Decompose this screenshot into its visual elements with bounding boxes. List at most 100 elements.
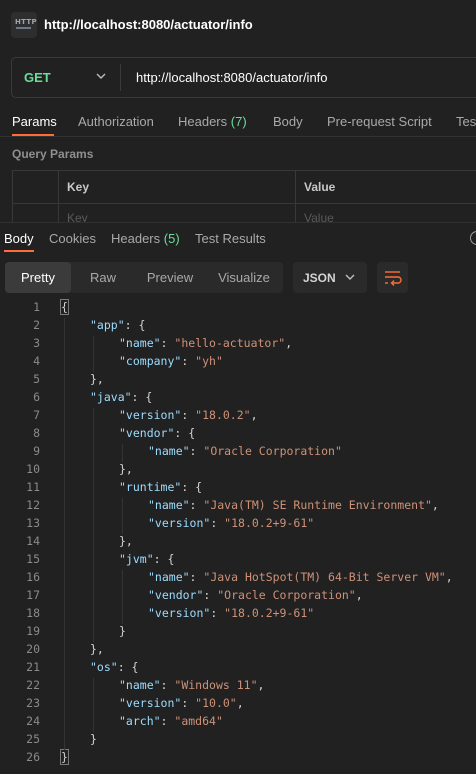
tab-test-results[interactable]: Test Results	[195, 231, 266, 246]
format-pretty[interactable]: Pretty	[5, 262, 71, 293]
code-line: 13 "version": "18.0.2+9-61"	[0, 514, 476, 532]
code-content: "company": "yh"	[119, 352, 223, 370]
code-content: }	[90, 730, 97, 748]
code-line: 3 "name": "hello-actuator",	[0, 334, 476, 352]
code-content: "version": "10.0",	[119, 694, 244, 712]
code-content: "version": "18.0.2+9-61"	[148, 514, 314, 532]
tab-headers[interactable]: Headers (7)	[178, 114, 247, 129]
code-content: "jvm": {	[119, 550, 174, 568]
code-content: "name": "hello-actuator",	[119, 334, 292, 352]
request-title[interactable]: http://localhost:8080/actuator/info	[44, 17, 253, 32]
code-content: "version": "18.0.2",	[119, 406, 258, 424]
indent-guide	[93, 678, 94, 732]
line-number: 17	[26, 588, 40, 602]
line-number: 16	[26, 570, 40, 584]
json-punctuation: },	[90, 642, 104, 656]
code-line: 17 "vendor": "Oracle Corporation",	[0, 586, 476, 604]
json-key: "version"	[119, 696, 182, 710]
tab-pre-request-script[interactable]: Pre-request Script	[327, 114, 432, 129]
json-punctuation: :	[181, 354, 196, 368]
code-content: "vendor": {	[119, 424, 195, 442]
json-punctuation: :	[160, 678, 175, 692]
line-number: 5	[33, 372, 40, 386]
wrap-lines-button[interactable]	[377, 262, 408, 293]
code-line: 4 "company": "yh"	[0, 352, 476, 370]
json-key: "os"	[90, 660, 118, 674]
json-key: "java"	[90, 390, 132, 404]
json-string: "18.0.2+9-61"	[224, 516, 315, 530]
json-string: "Oracle Corporation"	[203, 444, 342, 458]
line-number: 2	[33, 318, 40, 332]
code-content: },	[119, 532, 133, 550]
code-content: "name": "Oracle Corporation"	[148, 442, 342, 460]
code-line: 12 "name": "Java(TM) SE Runtime Environme…	[0, 496, 476, 514]
language-select[interactable]: JSON	[293, 262, 367, 293]
code-line: 24 "arch": "amd64"	[0, 712, 476, 730]
indent-guide	[93, 408, 94, 642]
url-bar: GET http://localhost:8080/actuator/info	[11, 57, 476, 98]
json-punctuation: ,	[285, 336, 293, 350]
code-content: },	[119, 460, 133, 478]
line-number: 4	[33, 354, 40, 368]
code-line: 11 "runtime": {	[0, 478, 476, 496]
json-punctuation: },	[119, 462, 133, 476]
line-number: 19	[26, 624, 40, 638]
format-tabs: Pretty Raw Preview Visualize	[5, 262, 283, 293]
tab-params[interactable]: Params	[12, 114, 57, 129]
json-punctuation: ,	[250, 408, 258, 422]
json-key: "name"	[148, 498, 190, 512]
json-key: "app"	[90, 318, 125, 332]
format-preview[interactable]: Preview	[135, 262, 205, 293]
query-params-title: Query Params	[12, 147, 94, 161]
code-content: "name": "Java HotSpot(TM) 64-Bit Server …	[148, 568, 453, 586]
chevron-down-icon[interactable]	[96, 71, 106, 81]
code-line: 9 "name": "Oracle Corporation"	[0, 442, 476, 460]
json-punctuation: ,	[445, 570, 453, 584]
indent-guide	[93, 336, 94, 372]
query-params-table: Key Value Key Value	[12, 170, 476, 225]
json-punctuation: },	[90, 372, 104, 386]
divider	[0, 136, 476, 137]
code-line: 2 "app": {	[0, 316, 476, 334]
json-punctuation: ,	[257, 678, 265, 692]
http-icon: HTTP	[11, 12, 37, 38]
json-punctuation: :	[210, 606, 225, 620]
code-line: 10},	[0, 460, 476, 478]
code-line: 26}	[0, 748, 476, 766]
line-number: 11	[26, 480, 40, 494]
json-string: "18.0.2+9-61"	[224, 606, 315, 620]
json-punctuation: : {	[174, 426, 196, 440]
json-punctuation: },	[119, 534, 133, 548]
indent-guide	[64, 318, 65, 750]
response-headers-count: (5)	[163, 231, 180, 246]
key-column-header: Key	[67, 180, 90, 194]
tab-body[interactable]: Body	[273, 114, 303, 129]
tab-response-body[interactable]: Body	[4, 231, 34, 246]
method-select[interactable]: GET	[24, 70, 51, 85]
json-punctuation: }	[119, 624, 126, 638]
line-number: 1	[33, 300, 40, 314]
tab-tests[interactable]: Tests	[456, 114, 476, 129]
url-input[interactable]: http://localhost:8080/actuator/info	[136, 70, 328, 85]
line-number: 18	[26, 606, 40, 620]
json-key: "version"	[148, 516, 211, 530]
tab-authorization[interactable]: Authorization	[78, 114, 154, 129]
json-punctuation: : {	[131, 390, 153, 404]
line-number: 24	[26, 714, 40, 728]
format-raw[interactable]: Raw	[71, 262, 135, 293]
json-key: "version"	[148, 606, 211, 620]
json-punctuation: :	[189, 498, 204, 512]
json-punctuation: }	[90, 732, 97, 746]
tab-response-headers[interactable]: Headers (5)	[111, 231, 180, 246]
code-line: 15 "jvm": {	[0, 550, 476, 568]
format-visualize[interactable]: Visualize	[205, 262, 283, 293]
code-content: }	[119, 622, 126, 640]
code-line: 19}	[0, 622, 476, 640]
tab-cookies[interactable]: Cookies	[49, 231, 96, 246]
code-line: 20},	[0, 640, 476, 658]
line-number: 20	[26, 642, 40, 656]
json-string: "10.0"	[195, 696, 237, 710]
json-punctuation: : {	[153, 552, 175, 566]
code-content: "app": {	[90, 316, 145, 334]
json-string: "yh"	[195, 354, 223, 368]
